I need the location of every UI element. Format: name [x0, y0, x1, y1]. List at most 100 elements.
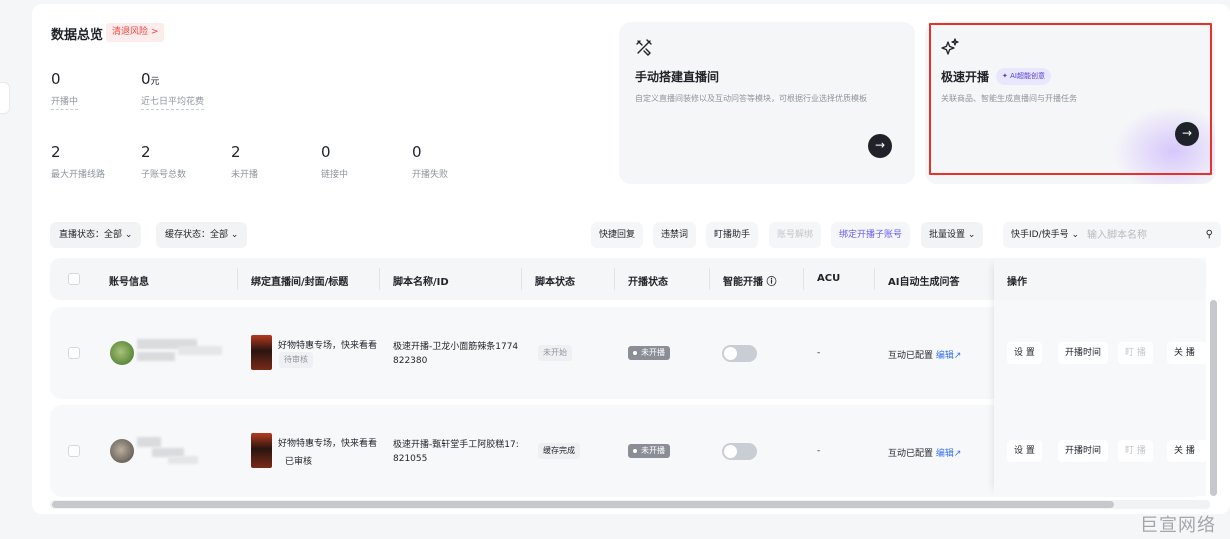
col-operations: 操作 — [1007, 277, 1027, 288]
stat-max-lines: 2 最大开播线路 — [51, 143, 105, 180]
stat-value: 0 — [321, 143, 331, 161]
live-status-pill: 未开播 — [628, 444, 670, 458]
script-id: 821055 — [393, 454, 428, 464]
watermark: 巨宣网络 — [1140, 515, 1216, 536]
stop-live-button[interactable]: 关 播 — [1167, 440, 1207, 462]
acu-value: - — [817, 348, 821, 358]
unbind-button[interactable]: 账号解绑 — [769, 222, 822, 248]
ai-qa-status: 互动已配置 编辑↗ — [888, 348, 961, 361]
stat-avg-cost: 0元 近七日平均花费 — [141, 70, 205, 110]
stat-label: 最大开播线路 — [51, 170, 106, 180]
live-status-text: 未开播 — [641, 446, 665, 455]
live-time-button[interactable]: 开播时间 — [1058, 440, 1109, 462]
stat-live-now: 0 开播中 — [51, 70, 79, 110]
col-script: 脚本名称/ID — [393, 277, 449, 288]
smart-live-toggle[interactable] — [722, 443, 757, 460]
live-status-text: 未开播 — [641, 348, 665, 357]
stat-sub-accounts: 2 子账号总数 — [141, 143, 186, 180]
live-assistant-button[interactable]: 盯播助手 — [706, 222, 759, 248]
review-status-text: 已审核 — [285, 457, 313, 467]
search-bar: 快手ID/快手号 ⌄ ⚲ — [1003, 222, 1221, 248]
search-icon[interactable]: ⚲ — [1206, 222, 1213, 248]
quick-reply-button[interactable]: 快捷回复 — [591, 222, 644, 248]
manual-build-card[interactable]: 手动搭建直播间 自定义直播间装修以及互动问答等模块，可根据行业选择优质模板 → — [619, 22, 915, 184]
settings-button[interactable]: 设 置 — [1007, 342, 1042, 364]
monitor-button[interactable]: 盯 播 — [1118, 440, 1153, 462]
manual-build-desc: 自定义直播间装修以及互动问答等模块，可根据行业选择优质模板 — [635, 94, 867, 103]
row-checkbox[interactable] — [68, 347, 80, 359]
col-live-status: 开播状态 — [628, 277, 668, 288]
room-title: 好物特惠专场，快来看看 — [278, 439, 378, 449]
col-divider — [803, 268, 804, 290]
avatar — [110, 439, 134, 463]
ai-qa-edit-link[interactable]: 编辑↗ — [936, 351, 962, 361]
manual-build-title: 手动搭建直播间 — [635, 70, 720, 84]
live-status-pill: 未开播 — [628, 346, 670, 360]
script-id: 822380 — [393, 356, 428, 366]
stat-value: 2 — [51, 143, 61, 161]
col-divider — [237, 268, 238, 290]
blurred-account-extra — [168, 456, 198, 464]
ai-qa-edit-link[interactable]: 编辑↗ — [936, 449, 962, 459]
cover-thumbnail — [251, 335, 272, 370]
live-time-button[interactable]: 开播时间 — [1058, 342, 1109, 364]
stat-live-failed: 0 开播失败 — [412, 143, 448, 180]
col-smart-live: 智能开播 ⓘ — [723, 277, 777, 288]
left-collapse-tab[interactable] — [0, 82, 10, 114]
settings-button[interactable]: 设 置 — [1007, 440, 1042, 462]
stat-label: 未开播 — [231, 170, 259, 180]
stat-label: 开播失败 — [412, 170, 449, 180]
stat-label: 链接中 — [321, 170, 349, 180]
smart-live-toggle[interactable] — [722, 345, 757, 362]
col-script-status: 脚本状态 — [535, 277, 575, 288]
blurred-account-id — [137, 352, 175, 361]
stat-linking: 0 链接中 — [321, 143, 348, 180]
overview-title: 数据总览 — [51, 28, 104, 43]
col-ai-qa: AI自动生成问答 — [888, 277, 960, 288]
room-title: 好物特惠专场，快来看看 — [278, 341, 378, 351]
highlight-box — [929, 23, 1212, 175]
stat-value: 0 — [412, 143, 422, 161]
ai-qa-text: 互动已配置 — [888, 351, 934, 361]
bind-sub-account-button[interactable]: 绑定开播子账号 — [831, 222, 911, 248]
monitor-button[interactable]: 盯 播 — [1118, 342, 1153, 364]
cover-thumbnail — [251, 433, 272, 468]
blurred-account-name — [137, 437, 161, 447]
arrow-right-icon[interactable]: → — [868, 134, 892, 158]
live-status-filter[interactable]: 直播状态：全部 ⌄ — [50, 222, 142, 248]
search-input[interactable] — [1087, 222, 1197, 248]
status-dot-icon — [633, 448, 637, 453]
col-acu: ACU — [817, 273, 841, 284]
stat-label: 子账号总数 — [141, 170, 187, 180]
toggle-knob — [724, 347, 737, 360]
ai-qa-status: 互动已配置 编辑↗ — [888, 446, 961, 459]
ai-qa-text: 互动已配置 — [888, 449, 934, 459]
select-all-checkbox[interactable] — [68, 273, 80, 285]
script-status-tag: 未开始 — [538, 345, 572, 361]
stat-value: 2 — [141, 143, 151, 161]
toggle-knob — [724, 445, 737, 458]
col-room: 绑定直播间/封面/标题 — [251, 277, 349, 288]
row-checkbox[interactable] — [68, 445, 80, 457]
banned-words-button[interactable]: 违禁词 — [653, 222, 697, 248]
acu-value: - — [817, 446, 821, 456]
col-divider — [874, 268, 875, 290]
batch-settings-button[interactable]: 批量设置 ⌄ — [921, 222, 984, 248]
search-type-select[interactable]: 快手ID/快手号 ⌄ — [1011, 222, 1079, 248]
stop-live-button[interactable]: 关 播 — [1167, 342, 1207, 364]
col-account: 账号信息 — [109, 277, 149, 288]
vertical-scrollbar[interactable] — [1210, 300, 1217, 496]
stat-value: 0 — [51, 70, 61, 88]
cache-status-filter[interactable]: 缓存状态：全部 ⌄ — [156, 222, 248, 248]
risk-tag[interactable]: 清退风险 > — [106, 23, 165, 42]
status-dot-icon — [633, 350, 637, 355]
horizontal-scrollbar[interactable] — [52, 501, 1114, 508]
stat-value: 2 — [231, 143, 241, 161]
stat-label: 近七日平均花费 — [141, 94, 205, 110]
stat-label: 开播中 — [51, 94, 79, 110]
script-name: 极速开播-卫龙小面筋辣条1774 — [393, 342, 519, 352]
col-divider — [379, 268, 380, 290]
stat-value: 0 — [141, 70, 151, 88]
script-status-tag: 缓存完成 — [538, 443, 580, 459]
col-divider — [709, 268, 710, 290]
